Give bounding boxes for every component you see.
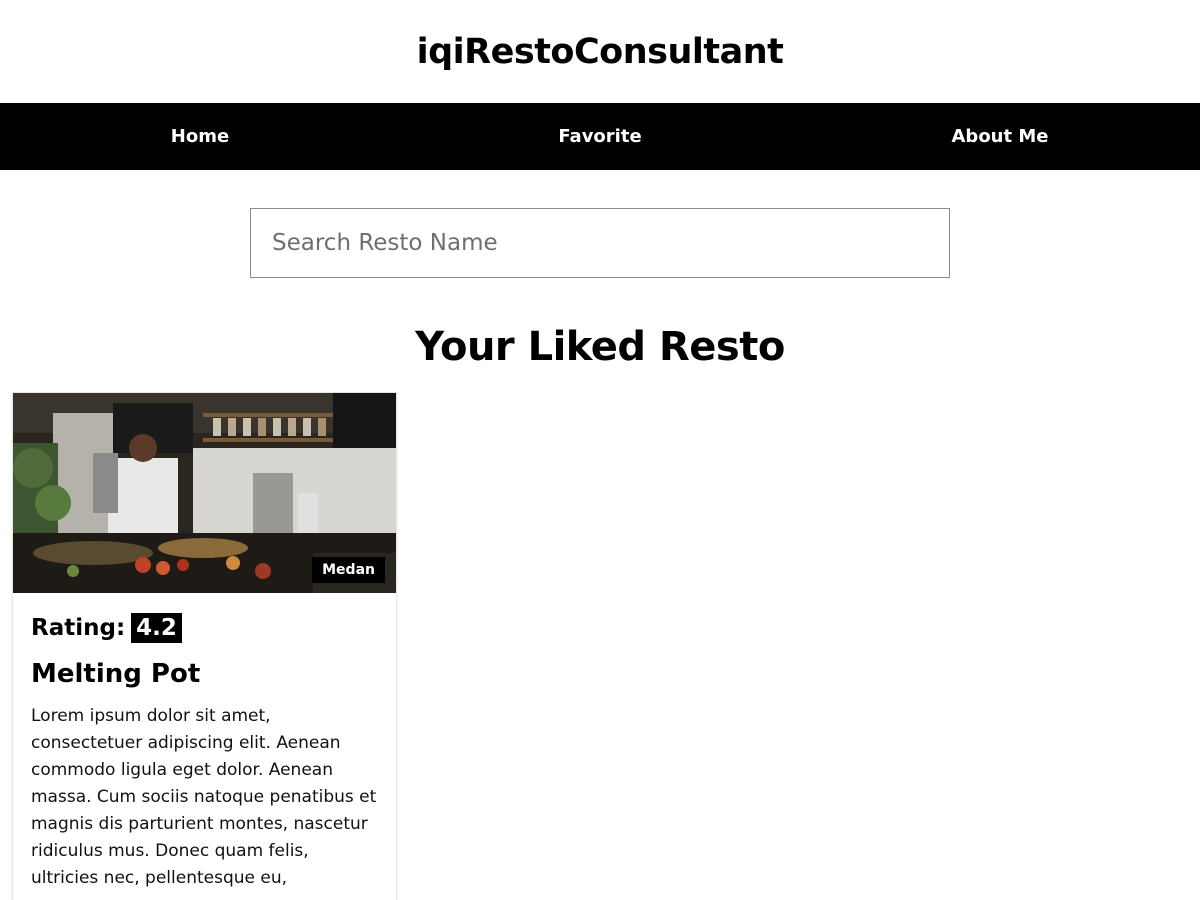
nav-item-home[interactable]: Home [0,126,400,147]
main-nav: Home Favorite About Me [0,103,1200,170]
rating-value: 4.2 [131,613,182,643]
site-header: iqiRestoConsultant [0,0,1200,103]
rating: Rating: 4.2 [31,613,378,643]
search-container [0,208,1200,278]
resto-card[interactable]: Medan Rating: 4.2 Melting Pot Lorem ipsu… [12,392,397,900]
city-badge: Medan [312,557,385,583]
site-title: iqiRestoConsultant [416,31,784,72]
resto-name[interactable]: Melting Pot [31,659,378,689]
nav-item-favorite[interactable]: Favorite [400,126,800,147]
card-body: Rating: 4.2 Melting Pot Lorem ipsum dolo… [13,593,396,900]
section-title: Your Liked Resto [415,324,785,370]
resto-list: Medan Rating: 4.2 Melting Pot Lorem ipsu… [0,392,1200,900]
resto-description: Lorem ipsum dolor sit amet, consectetuer… [31,706,377,888]
resto-image: Medan [13,393,396,593]
search-input[interactable] [250,208,950,278]
rating-label: Rating: [31,615,126,641]
nav-item-about-me[interactable]: About Me [800,126,1200,147]
